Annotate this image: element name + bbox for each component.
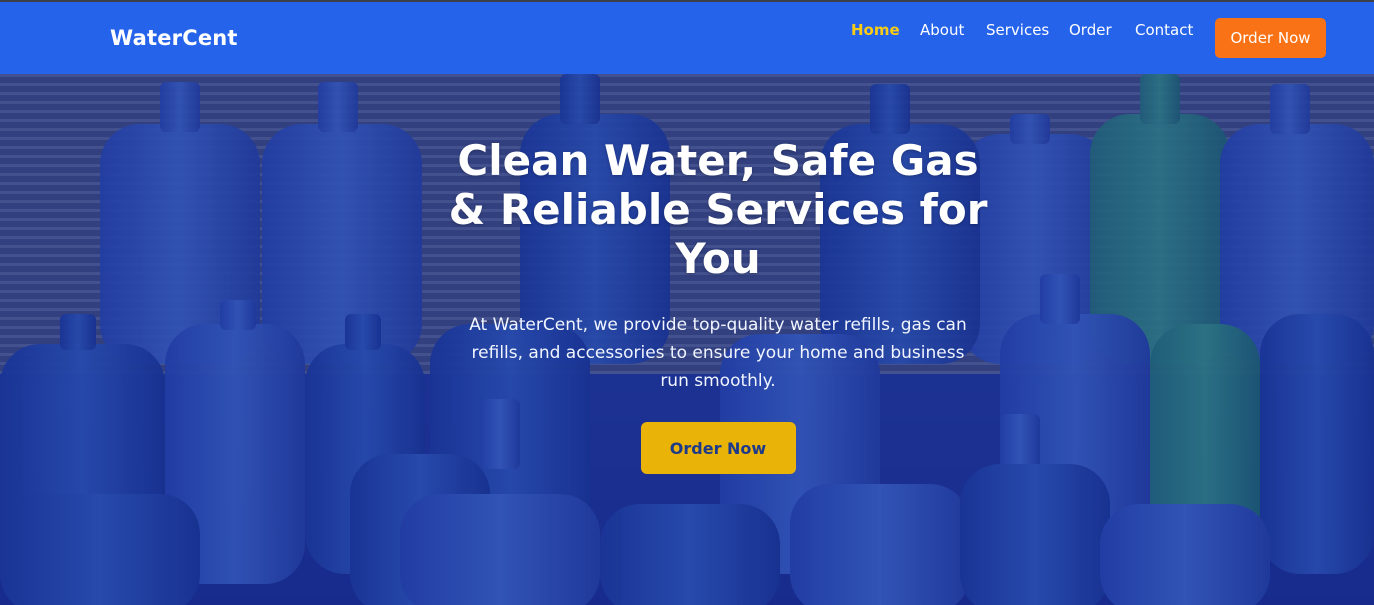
hero-order-now-button[interactable]: Order Now [640,422,796,474]
nav-order-now-button[interactable]: Order Now [1215,18,1326,58]
nav-link-contact[interactable]: Contact [1135,21,1193,39]
nav-link-home[interactable]: Home [851,21,900,39]
brand-logo[interactable]: WaterCent [110,26,238,50]
nav-link-services[interactable]: Services [986,21,1049,39]
hero-content: Clean Water, Safe Gas & Reliable Service… [437,136,999,474]
hero-description: At WaterCent, we provide top-quality wat… [469,315,967,391]
navbar: WaterCent Home About Services Order Cont… [0,2,1374,74]
window-top-border [0,0,1374,2]
nav-link-about[interactable]: About [920,21,964,39]
nav-link-order[interactable]: Order [1069,21,1112,39]
hero-section: Clean Water, Safe Gas & Reliable Service… [0,74,1374,605]
hero-title: Clean Water, Safe Gas & Reliable Service… [448,136,988,283]
